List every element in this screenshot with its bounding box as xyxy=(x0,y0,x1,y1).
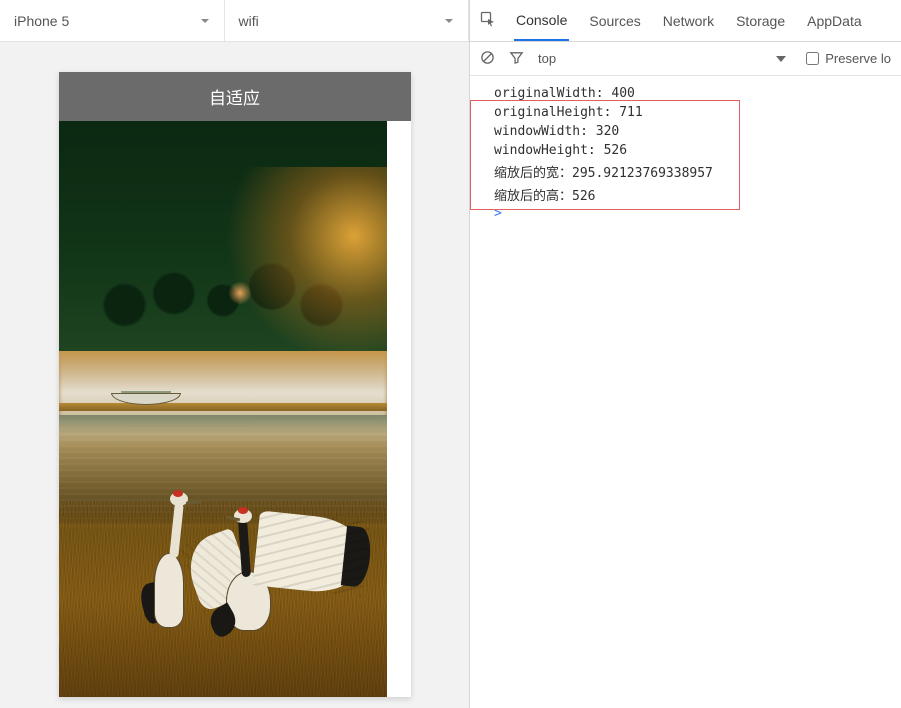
device-dropdown-label: iPhone 5 xyxy=(14,13,69,29)
console-filterbar: top Preserve lo xyxy=(470,42,901,76)
network-dropdown-label: wifi xyxy=(239,13,259,29)
context-label: top xyxy=(538,51,556,66)
element-picker-icon[interactable] xyxy=(480,11,496,30)
app-title-text: 自适应 xyxy=(209,89,260,108)
device-dropdown[interactable]: iPhone 5 xyxy=(0,0,225,41)
caret-down-icon xyxy=(444,16,454,26)
filter-icon[interactable] xyxy=(509,50,524,68)
content-image xyxy=(59,121,387,697)
simulator-pane: iPhone 5 wifi 自适应 xyxy=(0,0,470,708)
app-content[interactable] xyxy=(59,121,411,697)
tab-console[interactable]: Console xyxy=(514,1,569,41)
preserve-log-label: Preserve lo xyxy=(825,51,891,66)
clear-console-icon[interactable] xyxy=(480,50,495,68)
app-title-bar: 自适应 xyxy=(59,72,411,121)
caret-down-icon xyxy=(200,16,210,26)
tab-sources[interactable]: Sources xyxy=(587,2,642,40)
context-dropdown[interactable]: top xyxy=(538,51,556,66)
simulator-viewport: 自适应 xyxy=(0,42,469,708)
devtools-pane: Console Sources Network Storage AppData … xyxy=(470,0,901,708)
console-log-line: originalWidth: 400 xyxy=(490,84,895,103)
console-log-line: 缩放后的宽：295.92123769338957 xyxy=(490,160,895,183)
console-log-line: originalHeight: 711 xyxy=(490,103,895,122)
console-log-line: windowHeight: 526 xyxy=(490,141,895,160)
console-output[interactable]: originalWidth: 400originalHeight: 711win… xyxy=(470,76,901,227)
phone-frame: 自适应 xyxy=(59,72,411,697)
devtools-tabbar: Console Sources Network Storage AppData xyxy=(470,0,901,42)
tab-appdata[interactable]: AppData xyxy=(805,2,863,40)
level-dropdown-icon[interactable] xyxy=(776,56,786,62)
network-dropdown[interactable]: wifi xyxy=(225,0,469,41)
device-toolbar: iPhone 5 wifi xyxy=(0,0,469,42)
console-log-line: 缩放后的高：526 xyxy=(490,183,895,206)
console-prompt[interactable]: > xyxy=(490,206,895,221)
preserve-log-toggle[interactable]: Preserve lo xyxy=(806,51,891,66)
tab-storage[interactable]: Storage xyxy=(734,2,787,40)
preserve-log-checkbox[interactable] xyxy=(806,52,819,65)
console-log-line: windowWidth: 320 xyxy=(490,122,895,141)
tab-network[interactable]: Network xyxy=(661,2,716,40)
